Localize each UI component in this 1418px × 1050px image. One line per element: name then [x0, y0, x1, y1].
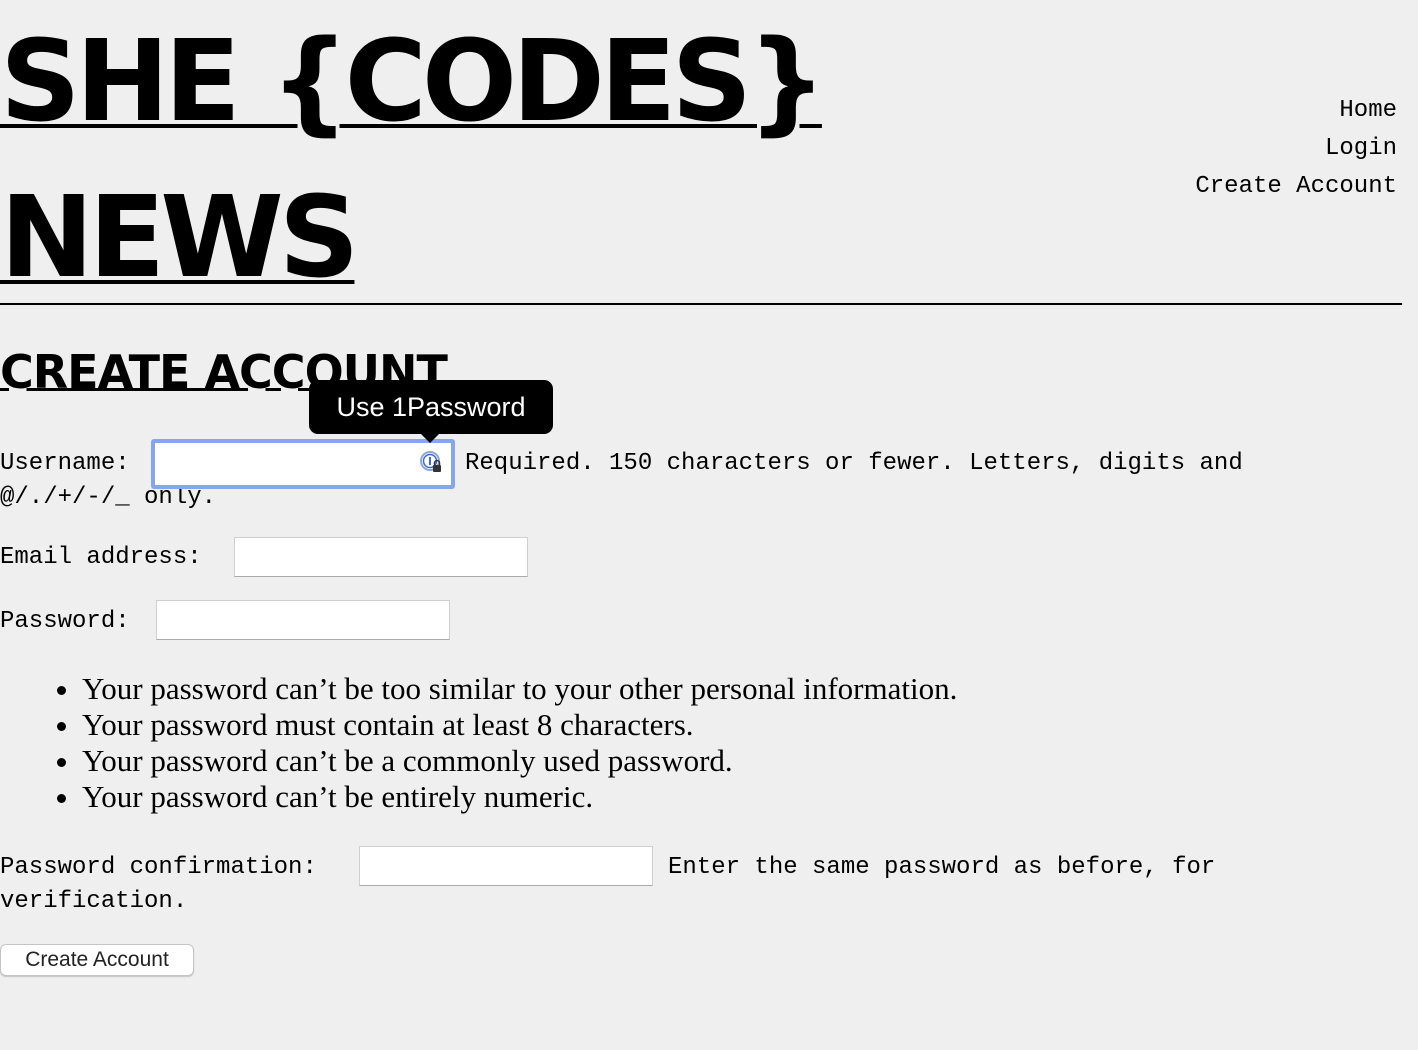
site-title-line1[interactable]: SHE {CODES} — [0, 4, 900, 160]
site-title[interactable]: SHE {CODES} NEWS — [0, 4, 900, 316]
password-manager-tooltip[interactable]: Use 1Password — [309, 380, 553, 443]
password-rule: Your password can’t be too similar to yo… — [82, 671, 957, 707]
password-confirmation-input[interactable] — [359, 846, 653, 886]
nav-create-account-link[interactable]: Create Account — [1195, 168, 1397, 206]
create-account-button[interactable]: Create Account — [0, 944, 194, 976]
username-help-text: Required. 150 characters or fewer. Lette… — [465, 450, 1243, 477]
password-confirmation-help-text: Enter the same password as before, for — [668, 854, 1216, 881]
password-rule: Your password must contain at least 8 ch… — [82, 707, 957, 743]
password-label: Password: — [0, 608, 130, 635]
password-rule: Your password can’t be entirely numeric. — [82, 779, 957, 815]
password-confirmation-label: Password confirmation: — [0, 854, 317, 881]
1password-icon[interactable] — [420, 451, 442, 473]
nav-home-link[interactable]: Home — [1195, 92, 1397, 130]
site-title-line2[interactable]: NEWS — [0, 160, 900, 316]
password-rule: Your password can’t be a commonly used p… — [82, 743, 957, 779]
email-field[interactable] — [234, 537, 528, 577]
password-confirmation-help-text-continued: verification. — [0, 888, 188, 915]
nav-login-link[interactable]: Login — [1195, 130, 1397, 168]
password-rules-list: Your password can’t be too similar to yo… — [0, 671, 957, 815]
username-label: Username: — [0, 450, 130, 477]
main-nav: Home Login Create Account — [1195, 92, 1397, 206]
username-input[interactable] — [151, 439, 455, 489]
email-label: Email address: — [0, 544, 202, 571]
password-input[interactable] — [156, 600, 450, 640]
header-divider — [0, 303, 1402, 305]
